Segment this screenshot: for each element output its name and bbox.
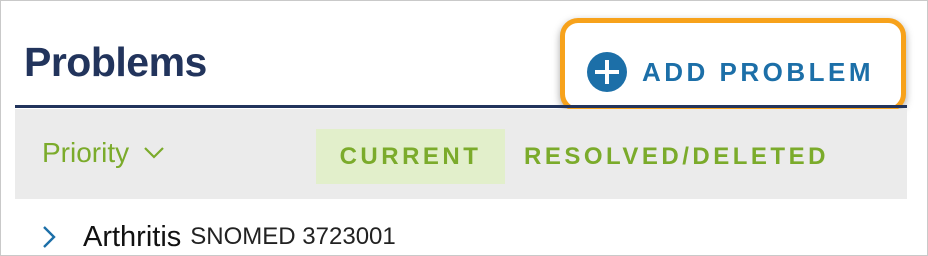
tab-resolved-deleted[interactable]: RESOLVED/DELETED	[524, 129, 829, 184]
plus-circle-icon	[587, 52, 627, 92]
tab-current[interactable]: CURRENT	[316, 129, 505, 184]
add-problem-label: ADD PROBLEM	[642, 56, 875, 87]
problems-panel: Problems ADD PROBLEM Priority CURRENT RE…	[0, 0, 928, 256]
problem-code: SNOMED 3723001	[190, 223, 396, 250]
priority-sort-label: Priority	[42, 137, 130, 168]
chevron-down-icon	[144, 147, 164, 159]
priority-sort-select[interactable]: Priority	[42, 137, 165, 169]
chevron-right-icon[interactable]	[41, 225, 57, 249]
add-problem-button[interactable]: ADD PROBLEM	[586, 49, 874, 95]
title-divider	[15, 105, 907, 108]
problem-name: Arthritis	[83, 220, 182, 253]
page-title: Problems	[24, 39, 207, 85]
problem-list-item[interactable]: Arthritis SNOMED 3723001	[41, 217, 396, 255]
